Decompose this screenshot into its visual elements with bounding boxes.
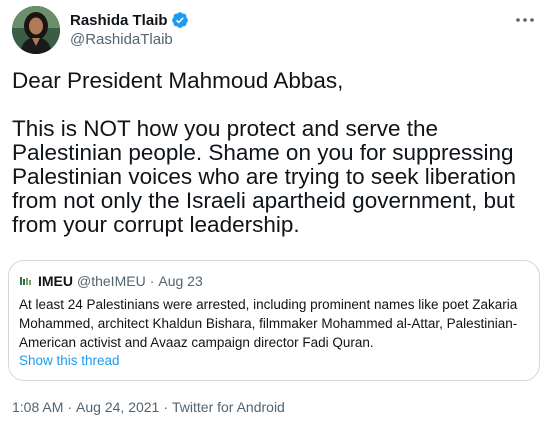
quoted-tweet-header: IMEU @theIMEU · Aug 23 bbox=[19, 273, 203, 289]
quoted-tweet[interactable]: IMEU @theIMEU · Aug 23 At least 24 Pales… bbox=[8, 260, 540, 381]
meta-separator: · bbox=[163, 399, 169, 415]
quoted-tweet-text: At least 24 Palestinians were arrested, … bbox=[19, 297, 518, 350]
author-handle[interactable]: @RashidaTlaib bbox=[70, 31, 189, 48]
more-options-icon[interactable] bbox=[513, 8, 537, 32]
tweet-header: Rashida Tlaib @RashidaTlaib bbox=[12, 6, 537, 54]
verified-badge-icon bbox=[171, 12, 188, 28]
tweet-time[interactable]: 1:08 AM bbox=[12, 399, 63, 415]
avatar[interactable] bbox=[12, 6, 60, 54]
show-thread-link[interactable]: Show this thread bbox=[19, 353, 120, 368]
tweet-date[interactable]: Aug 24, 2021 bbox=[76, 399, 159, 415]
tweet: Rashida Tlaib @RashidaTlaib Dear Preside… bbox=[0, 0, 549, 428]
quoted-date: Aug 23 bbox=[158, 273, 203, 289]
meta-separator: · bbox=[67, 399, 73, 415]
quoted-author-handle: @theIMEU bbox=[77, 273, 146, 289]
author-names: Rashida Tlaib @RashidaTlaib bbox=[70, 10, 189, 48]
tweet-source[interactable]: Twitter for Android bbox=[172, 399, 285, 415]
author-display-name[interactable]: Rashida Tlaib bbox=[70, 12, 168, 29]
quoted-author-name: IMEU bbox=[38, 273, 73, 289]
tweet-meta: 1:08 AM · Aug 24, 2021 · Twitter for And… bbox=[12, 399, 285, 415]
display-name-row: Rashida Tlaib bbox=[70, 10, 189, 30]
avatar-image bbox=[12, 6, 60, 54]
quoted-separator: · bbox=[149, 273, 155, 289]
tweet-text: Dear President Mahmoud Abbas, This is NO… bbox=[12, 68, 517, 237]
imeu-logo-icon bbox=[19, 274, 33, 288]
